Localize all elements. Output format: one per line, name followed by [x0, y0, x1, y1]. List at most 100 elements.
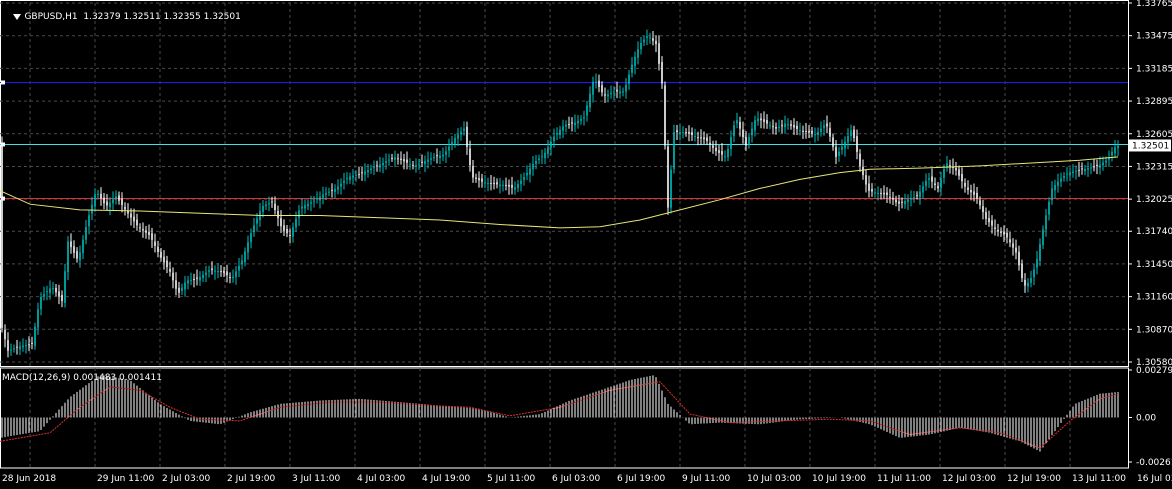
- candle-body: [463, 128, 465, 131]
- candle-body: [448, 146, 450, 151]
- time-label: 29 Jun 11:00: [97, 474, 154, 484]
- candle-body: [856, 136, 858, 152]
- candle-body: [151, 233, 153, 240]
- candle-body: [232, 276, 234, 279]
- candle-body: [1045, 215, 1047, 230]
- candle-body: [112, 199, 114, 204]
- candle-body: [880, 192, 882, 194]
- candle-body: [691, 132, 693, 136]
- candle-body: [244, 251, 246, 263]
- candle-body: [76, 251, 78, 259]
- candle-body: [163, 256, 165, 263]
- candle-body: [1063, 176, 1065, 178]
- candle-body: [325, 193, 327, 195]
- candle-body: [931, 176, 933, 182]
- candle-body: [610, 92, 612, 95]
- candle-body: [1006, 232, 1008, 238]
- price-label: 1.32605: [1136, 130, 1172, 140]
- candle-body: [358, 173, 360, 175]
- candle-body: [340, 183, 342, 187]
- candle-body: [823, 125, 825, 128]
- candle-body: [562, 126, 564, 131]
- candle-body: [1081, 168, 1083, 170]
- candle-body: [91, 204, 93, 214]
- candle-body: [643, 39, 645, 43]
- candle-body: [400, 158, 402, 161]
- candle-body: [19, 346, 21, 350]
- chart-window[interactable]: 1.33765 1.33475 1.33185 1.32895 1.32605 1.323…: [0, 0, 1172, 489]
- candle-body: [658, 43, 660, 64]
- candle-body: [772, 126, 774, 128]
- candle-body: [964, 183, 966, 187]
- candle-body: [451, 141, 453, 145]
- candle-body: [721, 151, 723, 155]
- candle-body: [31, 342, 33, 344]
- candle-body: [1048, 201, 1050, 215]
- candle-body: [622, 91, 624, 93]
- candle-body: [565, 124, 567, 127]
- macd-axis-label: 0.002791: [1136, 366, 1172, 376]
- candle-body: [895, 199, 897, 203]
- candle-body: [958, 169, 960, 176]
- candle-body: [226, 271, 228, 276]
- candle-body: [604, 94, 606, 96]
- candle-body: [43, 293, 45, 296]
- candle-body: [760, 118, 762, 121]
- candle-body: [850, 130, 852, 137]
- candle-body: [1000, 231, 1002, 233]
- candle-body: [550, 141, 552, 148]
- candle-body: [943, 168, 945, 178]
- price-label: 1.33185: [1136, 64, 1172, 74]
- candle-body: [607, 94, 609, 97]
- candle-body: [322, 194, 324, 198]
- candle-body: [1027, 282, 1029, 287]
- candle-body: [307, 203, 309, 207]
- candle-body: [529, 168, 531, 175]
- candle-body: [991, 220, 993, 226]
- candle-body: [403, 159, 405, 162]
- candle-body: [688, 131, 690, 134]
- candle-body: [217, 271, 219, 273]
- candle-body: [727, 148, 729, 158]
- candle-body: [418, 163, 420, 165]
- candle-body: [235, 271, 237, 277]
- price-chart[interactable]: 1.33765 1.33475 1.33185 1.32895 1.32605 1.323…: [0, 0, 1172, 489]
- candle-body: [397, 158, 399, 160]
- candle-body: [46, 291, 48, 293]
- candle-body: [430, 158, 432, 160]
- candle-body: [205, 272, 207, 275]
- symbol-header: GBPUSD,H1 1.32379 1.32511 1.32355 1.3250…: [2, 2, 241, 32]
- candle-body: [712, 145, 714, 148]
- close-price: 1.32501: [203, 12, 241, 22]
- time-label: 2 Jul 03:00: [162, 474, 211, 484]
- candle-body: [442, 154, 444, 157]
- candle-body: [1033, 269, 1035, 278]
- candle-body: [808, 131, 810, 133]
- candle-body: [184, 282, 186, 290]
- candle-body: [454, 137, 456, 144]
- candle-body: [862, 166, 864, 176]
- candle-body: [136, 219, 138, 226]
- candle-body: [919, 191, 921, 198]
- candle-body: [1018, 251, 1020, 266]
- candle-body: [154, 241, 156, 246]
- price-label: 1.31160: [1136, 293, 1172, 303]
- level-handle-blue[interactable]: [1, 80, 5, 85]
- candle-body: [901, 201, 903, 203]
- price-label: 1.32025: [1136, 195, 1172, 205]
- candle-body: [61, 294, 63, 302]
- candle-body: [673, 132, 675, 169]
- candle-body: [388, 159, 390, 161]
- candle-body: [133, 216, 135, 222]
- candle-body: [274, 203, 276, 211]
- candle-body: [85, 227, 87, 240]
- candle-body: [157, 246, 159, 252]
- chevron-down-icon[interactable]: [13, 13, 22, 20]
- candle-body: [1078, 169, 1080, 171]
- candle-body: [268, 203, 270, 205]
- price-label: 1.30870: [1136, 325, 1172, 335]
- candle-body: [556, 133, 558, 135]
- candle-body: [820, 128, 822, 133]
- candle-body: [763, 119, 765, 122]
- candle-body: [181, 287, 183, 291]
